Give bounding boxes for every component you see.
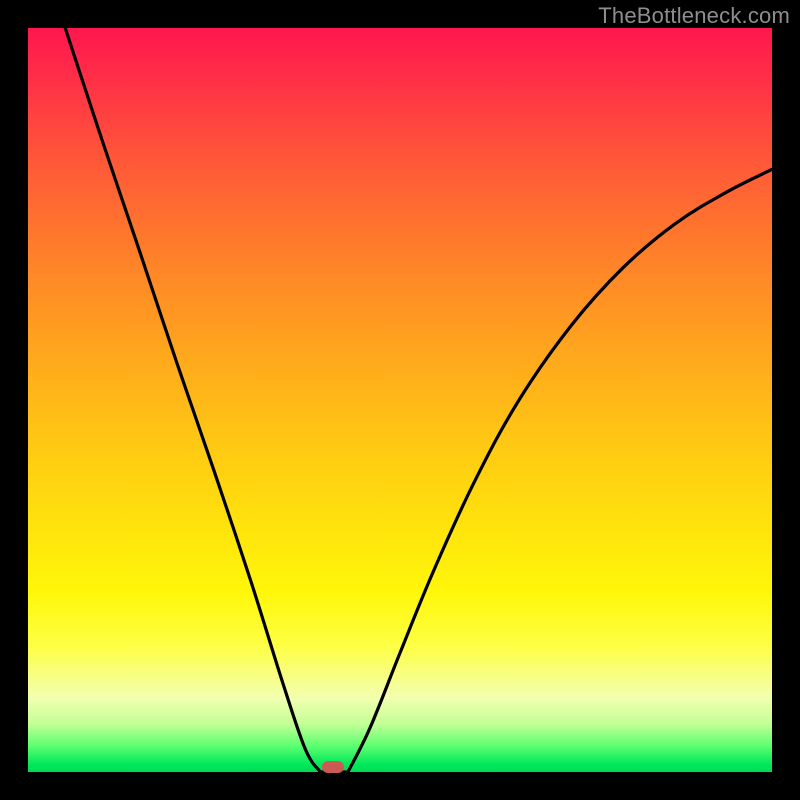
plot-area (28, 28, 772, 772)
bottleneck-curve (28, 28, 772, 772)
watermark-text: TheBottleneck.com (598, 3, 790, 29)
chart-frame: TheBottleneck.com (0, 0, 800, 800)
curve-left-branch (65, 28, 320, 772)
optimum-marker (322, 761, 344, 773)
curve-right-branch (348, 169, 772, 772)
